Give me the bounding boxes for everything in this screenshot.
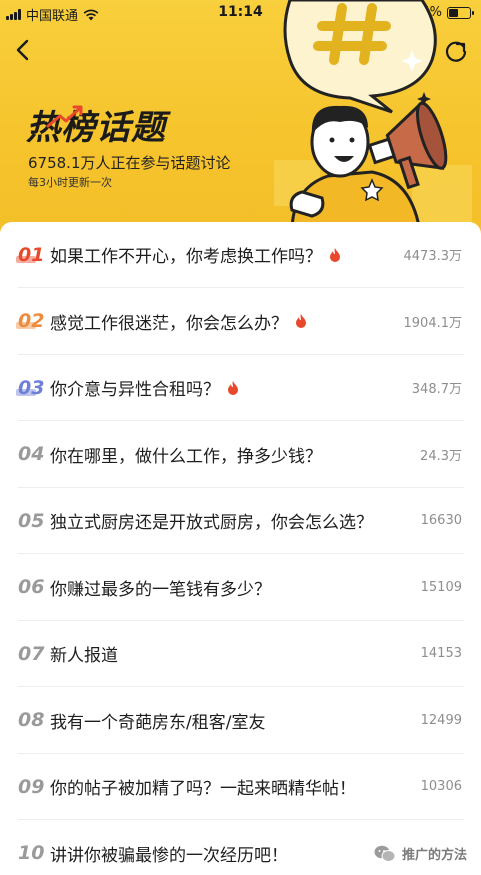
topic-title: 你赚过最多的一笔钱有多少？	[50, 579, 271, 600]
rank-number: 08	[18, 709, 50, 731]
chevron-left-icon[interactable]	[10, 36, 36, 64]
topic-title-wrap: 你的帖子被加精了吗？一起来晒精华帖！	[50, 774, 421, 799]
topic-title-wrap: 独立式厨房还是开放式厨房，你会怎么选？	[50, 508, 421, 533]
wechat-icon	[374, 845, 396, 862]
rank-number: 05	[18, 510, 50, 532]
topic-row[interactable]: 01 如果工作不开心，你考虑换工作吗？ 4473.3万	[16, 222, 464, 288]
participant-count: 4473.3万	[403, 249, 463, 264]
topic-title: 感觉工作很迷茫，你会怎么办？	[50, 313, 288, 334]
topic-row[interactable]: 09 你的帖子被加精了吗？一起来晒精华帖！ 10306	[18, 754, 464, 820]
participants-count: 6758.1万人正在参与话题讨论	[28, 154, 231, 172]
rank-label: 05	[18, 509, 45, 532]
participant-count: 16630	[420, 513, 462, 528]
rank-label: 03	[18, 376, 45, 399]
fire-icon	[228, 380, 238, 395]
rank-label: 10	[18, 842, 45, 864]
topic-title: 独立式厨房还是开放式厨房，你会怎么选？	[50, 513, 373, 533]
topic-title-wrap: 你介意与异性合租吗？	[50, 375, 412, 400]
rank-number: 01	[16, 243, 50, 266]
topic-row[interactable]: 02 感觉工作很迷茫，你会怎么办？ 1904.1万	[16, 289, 464, 355]
topic-title: 你的帖子被加精了吗？一起来晒精华帖！	[50, 779, 356, 799]
topic-row[interactable]: 06 你赚过最多的一笔钱有多少？ 15109	[18, 555, 464, 621]
rank-label: 04	[18, 443, 45, 465]
update-note: 每3小时更新一次	[28, 176, 112, 189]
participant-count: 14153	[420, 646, 462, 661]
topic-title-wrap: 你在哪里，做什么工作，挣多少钱？	[50, 442, 420, 467]
participant-count: 10306	[420, 779, 462, 794]
fire-icon	[330, 247, 340, 262]
watermark: 推广的方法	[374, 844, 467, 863]
hot-topic-list: 01 如果工作不开心，你考虑换工作吗？ 4473.3万 02 感觉工作很迷茫，你会怎么办…	[0, 222, 481, 875]
rank-number: 10	[18, 842, 50, 864]
topic-title: 如果工作不开心，你考虑换工作吗？	[50, 247, 322, 267]
topic-title: 你在哪里，做什么工作，挣多少钱？	[50, 446, 322, 467]
mascot-illustration	[274, 0, 472, 232]
rank-number: 09	[18, 776, 50, 798]
rank-label: 08	[18, 709, 45, 731]
topic-row[interactable]: 04 你在哪里，做什么工作，挣多少钱？ 24.3万	[18, 422, 464, 488]
rank-label: 02	[18, 310, 45, 332]
participant-count: 15109	[420, 579, 462, 595]
participant-count: 12499	[420, 712, 462, 728]
participant-count: 1904.1万	[403, 315, 463, 331]
participant-count: 24.3万	[420, 448, 462, 464]
topic-row[interactable]: 05 独立式厨房还是开放式厨房，你会怎么选？ 16630	[18, 488, 464, 554]
hot-topics-header: 中国联通 11:14 45%	[0, 0, 481, 232]
trend-arrow-icon	[46, 105, 83, 128]
rank-label: 09	[18, 775, 45, 798]
topic-title: 讲讲你被骗最惨的一次经历吧！	[50, 845, 288, 866]
topic-title-wrap: 感觉工作很迷茫，你会怎么办？	[50, 309, 404, 334]
rank-label: 06	[18, 576, 45, 598]
rank-number: 02	[16, 310, 50, 332]
rank-number: 04	[18, 443, 50, 465]
topic-title-wrap: 我有一个奇葩房东/租客/室友	[50, 708, 421, 733]
topic-row[interactable]: 07 新人报道 14153	[18, 621, 464, 687]
topic-title: 你介意与异性合租吗？	[50, 380, 220, 400]
rank-label: 01	[18, 243, 45, 266]
topic-title: 我有一个奇葩房东/租客/室友	[50, 712, 266, 733]
topic-title-wrap: 如果工作不开心，你考虑换工作吗？	[50, 242, 404, 267]
topic-title-wrap: 你赚过最多的一笔钱有多少？	[50, 575, 421, 600]
rank-label: 07	[18, 642, 45, 665]
watermark-text: 推广的方法	[401, 848, 467, 863]
topic-row[interactable]: 08 我有一个奇葩房东/租客/室友 12499	[18, 688, 464, 754]
fire-icon	[296, 314, 306, 328]
rank-number: 06	[18, 576, 50, 598]
topic-row[interactable]: 03 你介意与异性合租吗？ 348.7万	[16, 355, 464, 421]
topic-title: 新人报道	[50, 646, 118, 666]
topic-title-wrap: 新人报道	[50, 641, 421, 666]
rank-number: 03	[16, 376, 50, 399]
rank-number: 07	[18, 643, 50, 665]
participant-count: 348.7万	[411, 382, 462, 397]
